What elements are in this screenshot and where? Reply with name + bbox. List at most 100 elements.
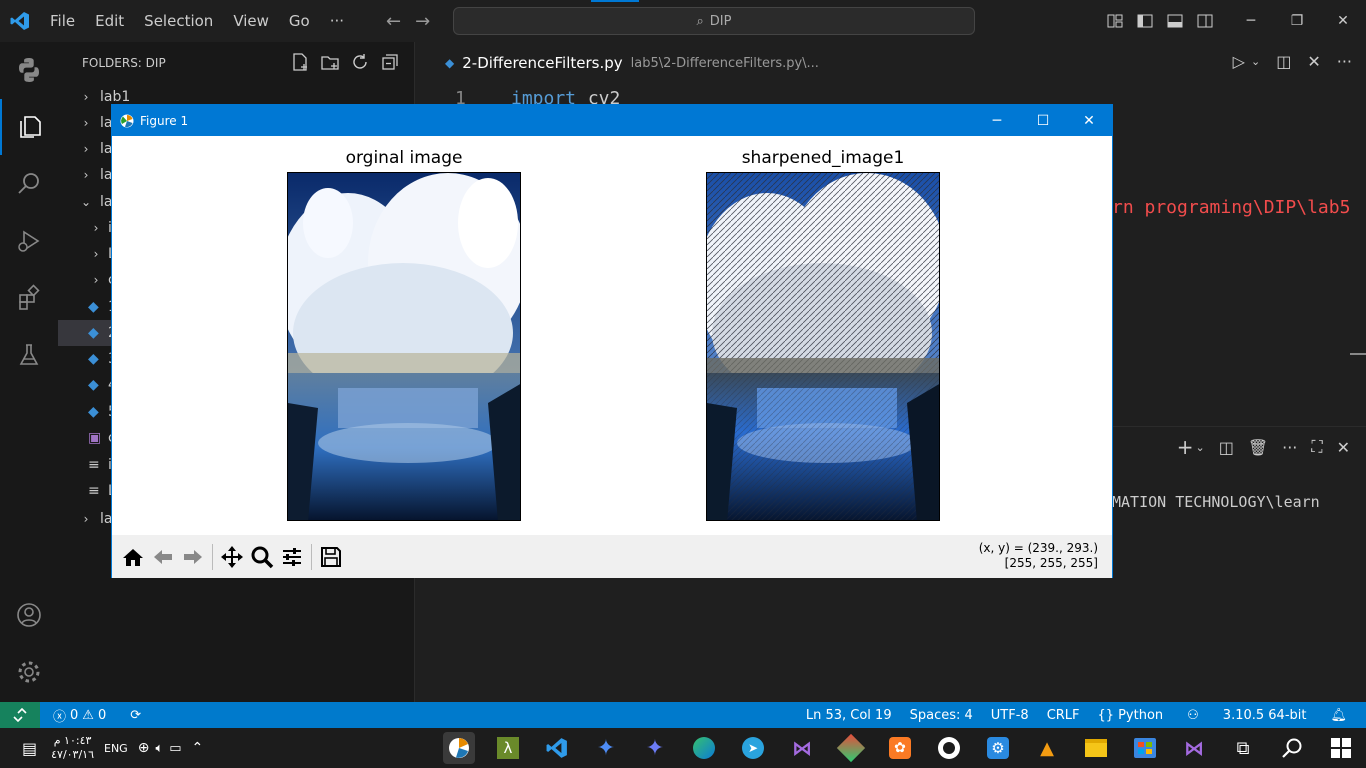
chevron-right-icon: ›: [83, 116, 89, 130]
refresh-icon[interactable]: [350, 52, 370, 72]
notifications-icon[interactable]: ▤: [22, 739, 37, 758]
command-center-search[interactable]: ⌕ DIP: [453, 0, 975, 35]
taskbar-telegram-icon[interactable]: ➤: [737, 732, 769, 764]
taskbar-gemini-icon[interactable]: ✦: [590, 732, 622, 764]
network-globe-icon[interactable]: ⊕: [138, 740, 150, 756]
taskbar-github-icon[interactable]: [933, 732, 965, 764]
toggle-panel-icon[interactable]: [1160, 0, 1190, 42]
menu-view[interactable]: View: [223, 0, 279, 42]
more-actions-icon[interactable]: ···: [1282, 438, 1297, 457]
taskbar-settings-icon[interactable]: ⚙: [982, 732, 1014, 764]
taskbar-vscode-icon[interactable]: [541, 732, 573, 764]
taskbar-lambda-icon[interactable]: λ: [492, 732, 524, 764]
configure-subplots-icon[interactable]: [277, 542, 307, 572]
figure-close-icon[interactable]: ✕: [1066, 105, 1112, 136]
close-icon[interactable]: ✕: [1320, 0, 1366, 42]
input-language[interactable]: ENG: [104, 742, 128, 755]
taskbar-file-explorer-icon[interactable]: [1080, 732, 1112, 764]
new-file-icon[interactable]: [290, 52, 310, 72]
menu-selection[interactable]: Selection: [134, 0, 223, 42]
taskbar-pma-icon[interactable]: ▲: [1031, 732, 1063, 764]
split-terminal-icon[interactable]: ◫: [1219, 438, 1234, 457]
terminal-dropdown-chevron-icon[interactable]: ⌄: [1195, 441, 1204, 454]
original-image[interactable]: [287, 172, 521, 521]
taskbar-start-windows-icon[interactable]: [1325, 732, 1357, 764]
python-icon[interactable]: [0, 42, 58, 98]
settings-gear-icon[interactable]: [0, 644, 58, 700]
battery-icon[interactable]: ▭: [169, 741, 181, 756]
show-hidden-icons-chevron-icon[interactable]: ⌃: [192, 740, 204, 756]
taskbar-store-icon[interactable]: [1129, 732, 1161, 764]
taskbar-edge-icon[interactable]: [688, 732, 720, 764]
python-interpreter[interactable]: 3.10.5 64-bit: [1214, 708, 1316, 723]
encoding[interactable]: UTF-8: [982, 708, 1038, 723]
notifications-bell-icon[interactable]: 🔔︎: [1321, 708, 1356, 723]
status-right: Ln 53, Col 19 Spaces: 4 UTF-8 CRLF {} Pyt…: [797, 702, 1356, 728]
close-editor-icon[interactable]: ✕: [1307, 52, 1320, 71]
menu-go[interactable]: Go: [279, 0, 320, 42]
figure-maximize-icon[interactable]: ☐: [1020, 105, 1066, 136]
taskbar-gemini-icon[interactable]: ✦: [639, 732, 671, 764]
toggle-secondary-sidebar-icon[interactable]: [1190, 0, 1220, 42]
tree-item-label: lab1: [100, 89, 131, 105]
run-dropdown-chevron-icon[interactable]: ⌄: [1251, 55, 1260, 68]
taskbar-visual-studio-icon[interactable]: ⋈: [1178, 732, 1210, 764]
close-panel-icon[interactable]: ✕: [1337, 438, 1350, 457]
maximize-panel-icon[interactable]: ⛶: [1311, 437, 1322, 457]
figure-titlebar[interactable]: Figure 1 ─ ☐ ✕: [112, 105, 1112, 136]
minimize-icon[interactable]: ─: [1228, 0, 1274, 42]
run-debug-icon[interactable]: [0, 213, 58, 269]
taskbar-visual-studio-icon[interactable]: ⋈: [786, 732, 818, 764]
taskbar-task-view-icon[interactable]: ⧉: [1227, 732, 1259, 764]
volume-icon[interactable]: 🔈︎: [155, 741, 163, 756]
collapse-all-icon[interactable]: [380, 52, 400, 72]
figure-minimize-icon[interactable]: ─: [974, 105, 1020, 136]
accounts-icon[interactable]: [0, 587, 58, 643]
menu-file[interactable]: File: [40, 0, 85, 42]
remote-indicator-icon[interactable]: [0, 702, 40, 728]
split-editor-icon[interactable]: ◫: [1276, 52, 1291, 71]
clock[interactable]: ١٠:٤٣ م ٤٧/٠٣/١٦: [51, 734, 94, 762]
run-python-icon[interactable]: ▷: [1233, 52, 1245, 71]
menu-edit[interactable]: Edit: [85, 0, 134, 42]
indentation[interactable]: Spaces: 4: [901, 708, 982, 723]
save-floppy-icon[interactable]: [316, 542, 346, 572]
live-share-icon[interactable]: ⟳: [121, 708, 150, 723]
customize-layout-icon[interactable]: [1100, 0, 1130, 42]
warning-triangle-icon: ⚠: [82, 707, 94, 723]
forward-arrow-icon[interactable]: [178, 542, 208, 572]
editor-tabbar: ◆ 2-DifferenceFilters.py lab5\2-Differen…: [415, 42, 1366, 84]
toggle-sidebar-icon[interactable]: [1130, 0, 1160, 42]
clock-time: ١٠:٤٣ م: [53, 734, 92, 747]
more-actions-icon[interactable]: ···: [1337, 52, 1352, 71]
language-mode[interactable]: {} Python: [1089, 708, 1173, 723]
zoom-magnifier-icon[interactable]: [247, 542, 277, 572]
back-arrow-icon[interactable]: ←: [386, 11, 401, 32]
explorer-icon[interactable]: [0, 99, 58, 155]
warning-count: 0: [97, 707, 107, 723]
menu-more[interactable]: ···: [320, 0, 354, 42]
testing-flask-icon[interactable]: [0, 327, 58, 383]
error-circle-icon: ⓧ: [53, 709, 67, 725]
pan-move-icon[interactable]: [217, 542, 247, 572]
cursor-position[interactable]: Ln 53, Col 19: [797, 708, 901, 723]
taskbar-xampp-icon[interactable]: ✿: [884, 732, 916, 764]
new-folder-icon[interactable]: [320, 52, 340, 72]
problems-indicator[interactable]: ⓧ 0 ⚠ 0: [44, 706, 115, 725]
taskbar-gitkraken-icon[interactable]: [835, 732, 867, 764]
extensions-icon[interactable]: [0, 270, 58, 326]
restore-icon[interactable]: ❐: [1274, 0, 1320, 42]
title-bar: File Edit Selection View Go ··· ← → ⌕ DI…: [0, 0, 1366, 42]
new-terminal-icon[interactable]: +: [1177, 435, 1194, 459]
copilot-icon[interactable]: ⚇: [1178, 708, 1208, 723]
end-of-line[interactable]: CRLF: [1038, 708, 1089, 723]
home-icon[interactable]: [118, 542, 148, 572]
trash-icon[interactable]: 🗑: [1248, 438, 1268, 457]
editor-tab[interactable]: ◆ 2-DifferenceFilters.py lab5\2-Differen…: [415, 42, 819, 84]
search-icon[interactable]: [0, 156, 58, 212]
back-arrow-icon[interactable]: [148, 542, 178, 572]
taskbar-matplotlib-icon[interactable]: [443, 732, 475, 764]
forward-arrow-icon[interactable]: →: [415, 11, 430, 32]
sharpened-image[interactable]: [706, 172, 940, 521]
taskbar-search-icon[interactable]: [1276, 732, 1308, 764]
